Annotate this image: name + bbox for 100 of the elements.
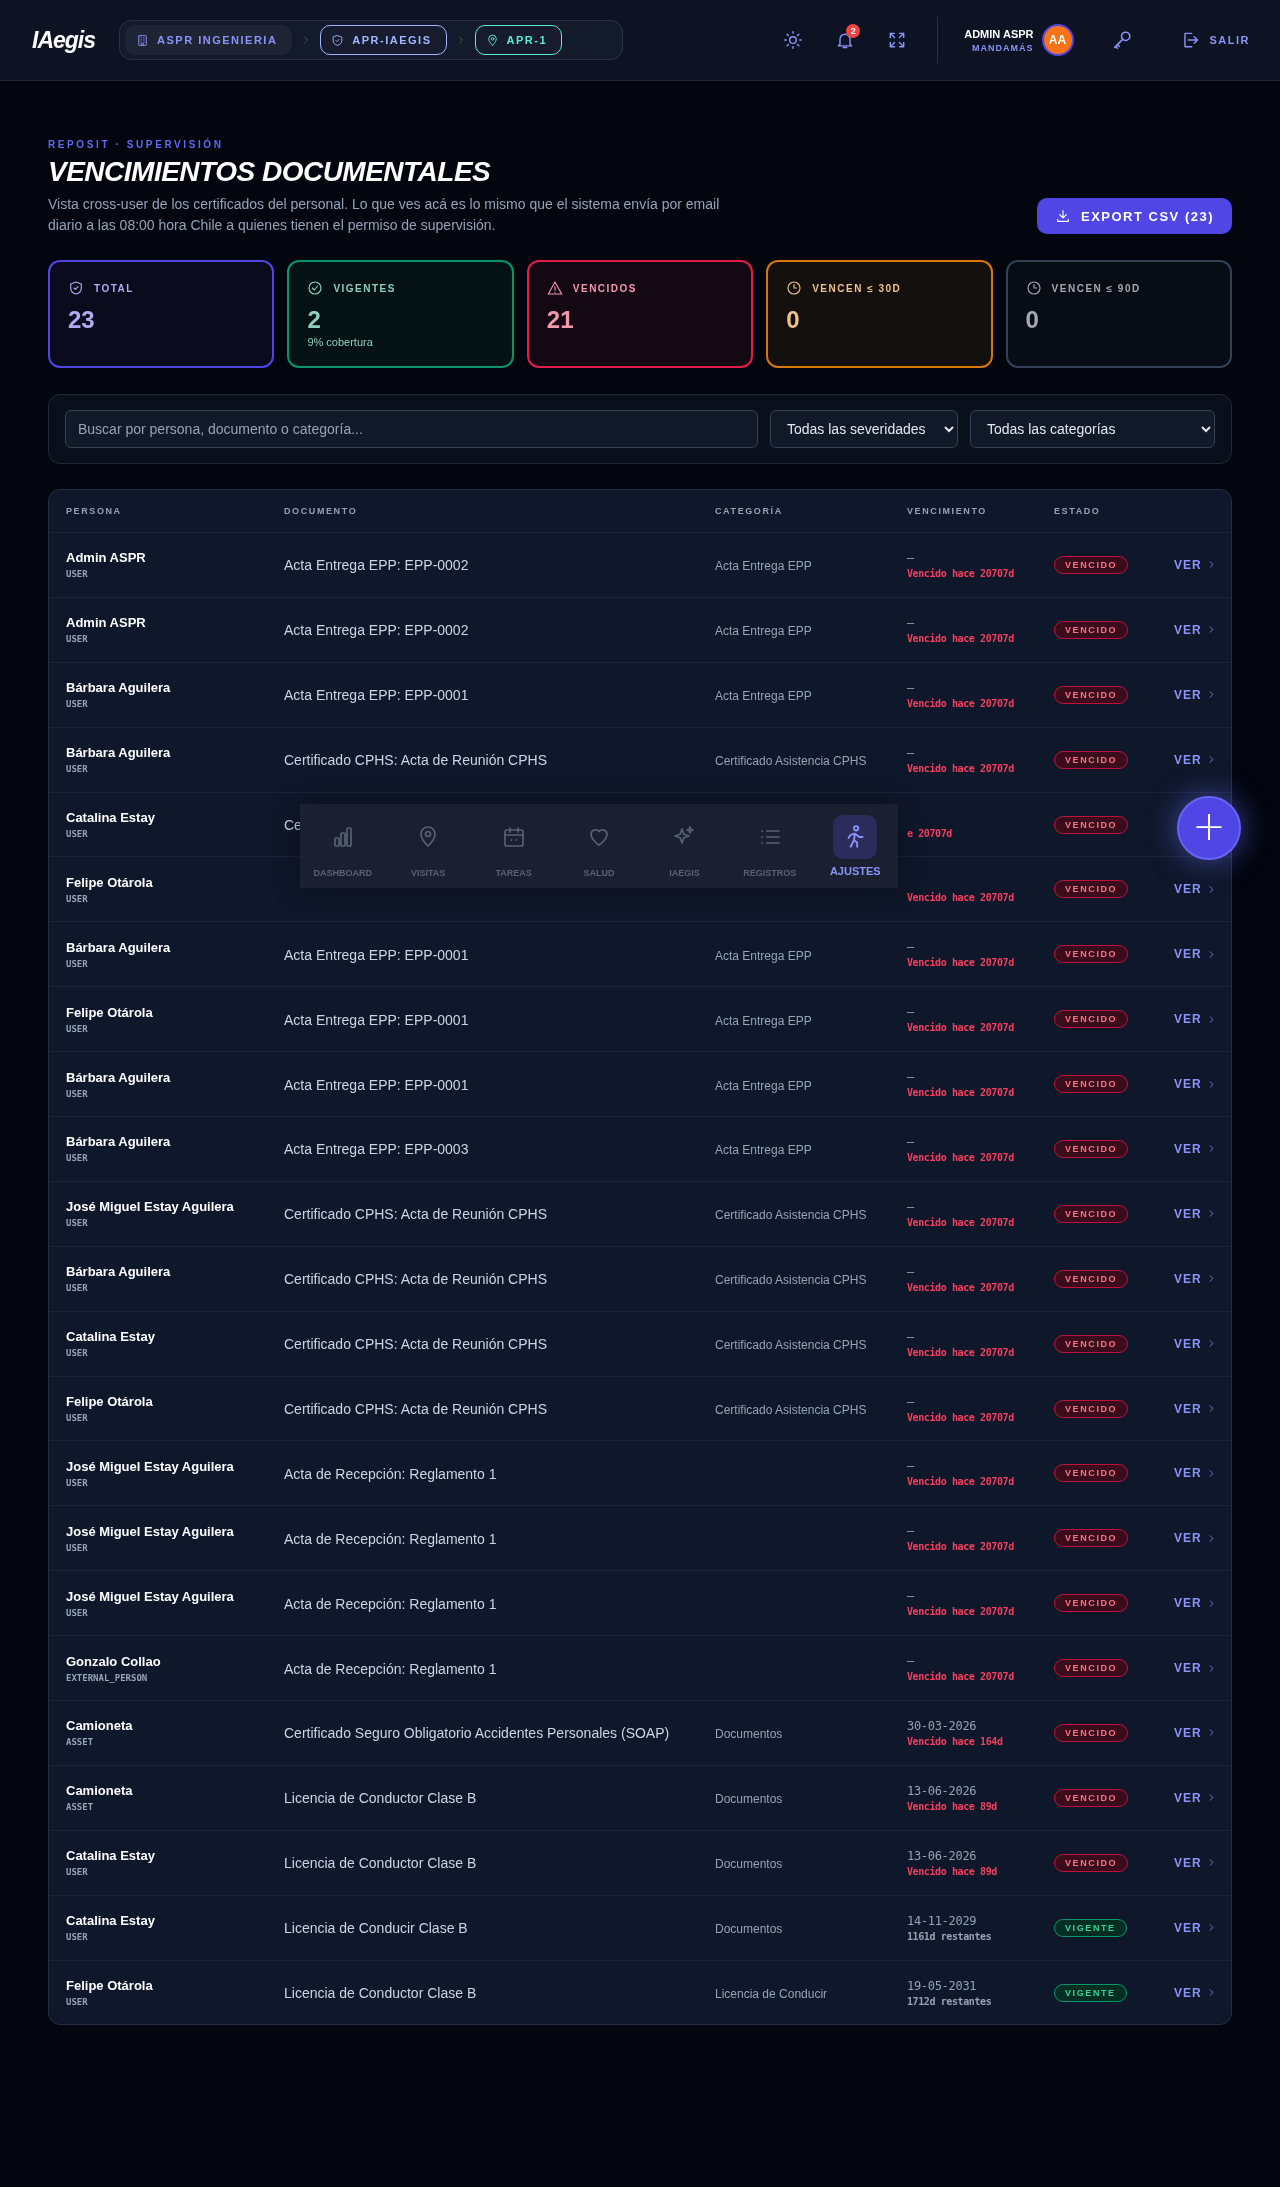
view-link[interactable]: VER: [1174, 1596, 1217, 1611]
category-text: Documentos: [715, 1857, 783, 1872]
due-note: Vencido hace 20707d: [907, 1671, 1015, 1683]
stat-value: 0: [1025, 306, 1040, 334]
section-eyebrow: REPOSIT · SUPERVISIÓN: [48, 139, 225, 150]
status-badge: VENCIDO: [1054, 1723, 1129, 1742]
severity-dropdown[interactable]: Todas las severidades: [770, 410, 958, 448]
search-field[interactable]: Buscar por persona, documento o categoría...: [65, 410, 758, 448]
view-link[interactable]: VER: [1174, 1661, 1217, 1676]
view-link[interactable]: VER: [1174, 1985, 1217, 2000]
due-date: —: [907, 680, 916, 695]
document-name: Acta Entrega EPP: EPP-0001: [284, 1011, 469, 1028]
view-link[interactable]: VER: [1174, 622, 1217, 637]
view-link[interactable]: VER: [1174, 882, 1217, 897]
due-note: Vencido hace 20707d: [907, 567, 1015, 579]
due-note: Vencido hace 20707d: [907, 1022, 1015, 1034]
person-name: Bárbara Aguilera: [66, 1264, 172, 1280]
category-text: Acta Entrega EPP: [715, 1078, 812, 1093]
due-note: Vencido hace 20707d: [907, 762, 1015, 774]
person-name: Gonzalo Collao: [66, 1653, 162, 1669]
due-note: Vencido hace 20707d: [907, 1281, 1015, 1293]
status-badge: VENCIDO: [1054, 1334, 1129, 1353]
category-text: Certificado Asistencia CPHS: [715, 1208, 867, 1223]
view-link[interactable]: VER: [1174, 1855, 1217, 1870]
status-badge: VENCIDO: [1054, 1594, 1129, 1613]
document-name: Acta Entrega EPP: EPP-0001: [284, 1076, 469, 1093]
stat-label: VENCEN ≤ 90D: [1051, 282, 1141, 294]
stat-value: 2: [307, 306, 322, 334]
clock-icon: [1025, 280, 1042, 296]
view-link[interactable]: VER: [1174, 1141, 1217, 1156]
status-badge: VIGENTE: [1054, 1918, 1127, 1937]
person-name: Felipe Otárola: [66, 874, 154, 890]
person-type: USER: [66, 1023, 89, 1034]
document-name: Certificado CPHS: Acta de Reunión CPHS: [284, 1206, 547, 1223]
view-link[interactable]: VER: [1174, 1077, 1217, 1092]
due-note: Vencido hace 89d: [907, 1865, 998, 1877]
due-date: —: [907, 1654, 916, 1669]
sun-icon: [783, 30, 804, 50]
view-link[interactable]: VER: [1174, 687, 1217, 702]
status-badge: VENCIDO: [1054, 1529, 1129, 1548]
logout-button[interactable]: SALIR: [1179, 30, 1250, 50]
view-link[interactable]: VER: [1174, 1531, 1217, 1546]
person-type: USER: [66, 699, 89, 710]
view-link[interactable]: VER: [1174, 1012, 1217, 1027]
person-type: ASSET: [66, 1802, 95, 1813]
document-name: Acta de Recepción: Reglamento 1: [284, 1660, 497, 1677]
due-date: —: [907, 550, 916, 565]
document-name: Acta Entrega EPP: EPP-0003: [284, 1141, 469, 1158]
person-name: José Miguel Estay Aguilera: [66, 1199, 235, 1215]
document-name: Licencia de Conducir Clase B: [284, 1920, 468, 1937]
person-name: Bárbara Aguilera: [66, 680, 172, 696]
status-badge: VENCIDO: [1054, 750, 1129, 769]
status-badge: VENCIDO: [1054, 555, 1129, 574]
view-link[interactable]: VER: [1174, 1466, 1217, 1481]
category-dropdown[interactable]: Todas las categorías: [970, 410, 1215, 448]
category-text: Acta Entrega EPP: [715, 948, 812, 963]
shield-icon: [331, 33, 345, 47]
category-text: Certificado Asistencia CPHS: [715, 1403, 867, 1417]
export-csv-button[interactable]: EXPORT CSV (23): [1036, 198, 1232, 234]
due-date: —: [907, 615, 916, 630]
view-link[interactable]: VER: [1174, 1206, 1217, 1221]
category-text: Acta Entrega EPP: [715, 1143, 812, 1158]
breadcrumb-chip[interactable]: APR-IAEGIS: [320, 25, 447, 55]
view-link[interactable]: VER: [1174, 557, 1217, 572]
page-description: Vista cross-user de los certificados del personal. Lo que ves acá es lo mismo que el sistema envía por email diario a las 08:00 hora Chile a quienes tienen el permiso de supervisión.: [48, 195, 721, 235]
view-link[interactable]: VER: [1174, 1725, 1217, 1740]
person-type: USER: [66, 569, 89, 580]
status-badge: VIGENTE: [1054, 1983, 1127, 2002]
person-type: USER: [66, 1413, 89, 1423]
view-link[interactable]: VER: [1174, 1336, 1217, 1351]
category-text: Documentos: [715, 1792, 783, 1807]
view-link[interactable]: VER: [1174, 1920, 1217, 1935]
person-type: USER: [66, 1542, 89, 1553]
status-badge: VENCIDO: [1054, 1010, 1129, 1029]
status-badge: VENCIDO: [1054, 815, 1129, 834]
view-link[interactable]: VER: [1174, 947, 1217, 962]
person-name: Catalina Estay: [66, 1329, 156, 1345]
view-link[interactable]: VER: [1174, 1271, 1217, 1286]
status-badge: VENCIDO: [1054, 1269, 1129, 1288]
person-name: Catalina Estay: [66, 810, 156, 825]
view-link[interactable]: VER: [1174, 1401, 1217, 1416]
notifications-button[interactable]: 2: [827, 22, 864, 58]
due-date: —: [907, 1459, 916, 1474]
due-date: 19-05-2031: [907, 1978, 978, 1993]
person-name: Bárbara Aguilera: [66, 1134, 172, 1150]
category-text: Acta Entrega EPP: [715, 689, 812, 704]
due-date: —: [907, 1589, 916, 1604]
category-text: Documentos: [715, 1727, 783, 1742]
calendar-icon: [501, 824, 526, 849]
due-date: —: [907, 1264, 916, 1279]
person-type: USER: [66, 1153, 89, 1164]
person-type: USER: [66, 958, 89, 969]
person-name: José Miguel Estay Aguilera: [66, 1458, 235, 1474]
view-link[interactable]: VER: [1174, 752, 1217, 767]
due-date: 13-06-2026: [907, 1848, 978, 1863]
breadcrumb-chip[interactable]: ASPR INGENIERIA: [125, 25, 293, 55]
app-logo[interactable]: IAegis: [32, 26, 96, 54]
breadcrumb-chip[interactable]: APR-1: [474, 25, 563, 55]
view-link[interactable]: VER: [1174, 1790, 1217, 1805]
nav-tab[interactable]: AJUSTES: [812, 815, 898, 877]
